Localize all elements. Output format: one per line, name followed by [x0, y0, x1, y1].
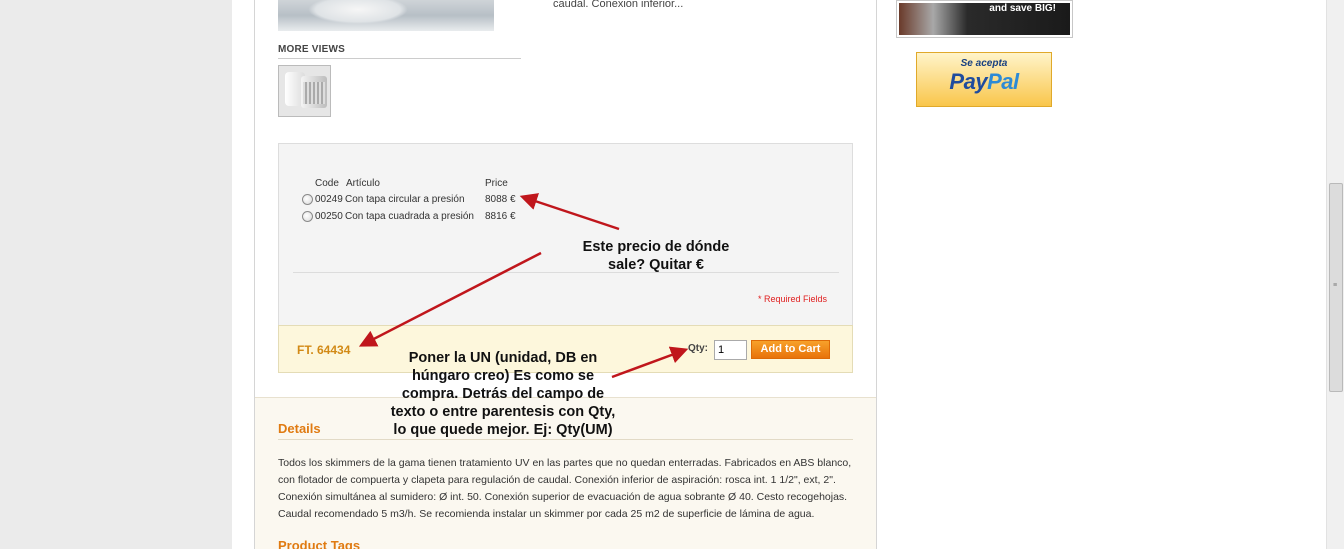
- product-main-image[interactable]: [278, 0, 494, 31]
- paypal-logo: PayPal: [917, 69, 1051, 95]
- details-title: Details: [278, 421, 321, 436]
- qty-input[interactable]: [714, 340, 747, 360]
- options-header-price: Price: [485, 178, 508, 189]
- option-price: 8816 €: [485, 211, 516, 222]
- paypal-accept-text: Se acepta: [960, 58, 1008, 69]
- required-fields-note: * Required Fields: [758, 294, 828, 304]
- qty-label: Qty:: [688, 343, 708, 354]
- option-name: Con tapa circular a presión: [345, 194, 465, 205]
- product-short-description: caudal. Conexion inferior...: [553, 0, 684, 10]
- promo-banner-image: and save BIG!: [899, 3, 1070, 35]
- details-divider: [278, 439, 853, 440]
- paypal-logo-pay: Pay: [949, 69, 988, 94]
- option-row[interactable]: 00249 Con tapa circular a presión 8088 €: [302, 194, 516, 205]
- options-header-code: Code: [315, 178, 339, 189]
- annotation-price-note: Este precio de dónde sale? Quitar €: [582, 239, 730, 273]
- options-divider: [293, 272, 839, 273]
- thumbnail-graphic: [303, 82, 325, 104]
- promo-banner-text: and save BIG!: [989, 3, 1056, 14]
- add-to-cart-button[interactable]: Add to Cart: [751, 340, 830, 359]
- option-row[interactable]: 00250 Con tapa cuadrada a presión 8816 €: [302, 211, 516, 222]
- product-ft-code: FT. 64434: [297, 343, 351, 357]
- annotation-unit-note: Poner la UN (unidad, DB en húngaro creo)…: [390, 350, 616, 438]
- details-text: Todos los skimmers de la gama tienen tra…: [278, 457, 852, 520]
- product-thumbnail[interactable]: [278, 65, 331, 117]
- option-code: 00250: [315, 211, 343, 222]
- vertical-scrollbar[interactable]: ≡: [1326, 0, 1344, 549]
- options-header-article: Artículo: [346, 178, 380, 189]
- scrollbar-thumb[interactable]: ≡: [1329, 183, 1343, 392]
- option-code: 00249: [315, 194, 343, 205]
- paypal-badge[interactable]: Se acepta PayPal: [916, 52, 1052, 107]
- scrollbar-grip-icon: ≡: [1333, 282, 1338, 289]
- option-name: Con tapa cuadrada a presión: [345, 211, 474, 222]
- option-radio[interactable]: [302, 211, 313, 222]
- product-tags-title: Product Tags: [278, 538, 361, 549]
- promo-banner[interactable]: and save BIG!: [896, 0, 1073, 38]
- paypal-logo-pal: Pal: [987, 69, 1019, 94]
- option-price: 8088 €: [485, 194, 516, 205]
- option-radio[interactable]: [302, 194, 313, 205]
- more-views-title: MORE VIEWS: [278, 44, 521, 59]
